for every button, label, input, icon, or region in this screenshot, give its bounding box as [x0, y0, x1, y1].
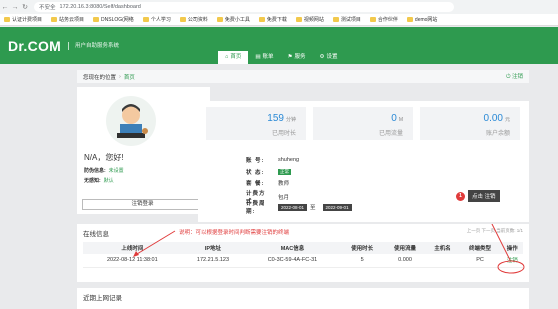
nav-service[interactable]: ⚑ 服务	[281, 51, 313, 64]
nav-settings[interactable]: ⚙ 设置	[313, 51, 345, 64]
sense-row: 无感知: 默认	[84, 178, 114, 184]
reload-icon[interactable]: ↻	[20, 3, 30, 11]
stat-used-traffic: 0M 已用流量	[313, 107, 413, 140]
logout-button[interactable]: 注销登录	[82, 199, 203, 210]
folder-icon	[258, 17, 265, 22]
profile-panel: N/A，您好! 防伪信息: 未设置 无感知: 默认 注销登录	[77, 87, 210, 214]
folder-icon	[369, 17, 376, 22]
bookmarks-bar: 认证计费项目 站务云项目 DNSLOG(网络 个人学习 公司资料 免费小工具 免…	[0, 14, 558, 26]
security-warning: 不安全	[39, 5, 56, 11]
account-row: 账 号: shuheng	[246, 157, 300, 164]
bookmark[interactable]: 免费小工具	[216, 16, 250, 23]
bookmark[interactable]: 认证计费项目	[4, 16, 42, 23]
status-badge: 正常	[278, 169, 291, 175]
bill-icon: ▤	[255, 54, 261, 60]
plan-row: 套 餐: 教师	[246, 181, 290, 187]
recent-panel: 近期上网记录	[77, 288, 529, 309]
online-panel: 在线信息 说明：可以根据登录时间判断需要注销的终端 上一页 下一页 当前页数: …	[77, 224, 529, 282]
home-icon: ⌂	[225, 54, 229, 60]
stat-used-time: 159 分钟 已用时长	[206, 107, 306, 140]
browser-address-bar: ← → ↻ 不安全 172.20.16.3:8080/Self/dashboar…	[0, 0, 558, 14]
top-logout-link[interactable]: ⏻ 注销	[506, 72, 523, 81]
folder-icon	[51, 17, 58, 22]
bookmark[interactable]: 公司资料	[179, 16, 208, 23]
bookmark[interactable]: 个人学习	[142, 16, 171, 23]
click-tip: 点击 注销	[468, 190, 500, 202]
url-field[interactable]: 不安全 172.20.16.3:8080/Self/dashboard	[34, 2, 454, 12]
bookmark[interactable]: demo网站	[406, 16, 437, 23]
gear-icon: ⚙	[319, 54, 325, 60]
logout-highlight	[497, 260, 525, 274]
logo: Dr.COM	[8, 38, 62, 54]
bookmark[interactable]: 测试项目	[332, 16, 361, 23]
breadcrumb-prefix: 您现在的位置	[83, 74, 117, 81]
folder-icon	[332, 17, 339, 22]
arrow-to-logout	[491, 224, 511, 261]
avatar	[106, 96, 156, 146]
arrow-head-time	[133, 251, 139, 257]
period-row: 计费周期: 2022-08-01 至 2022-09-01	[246, 199, 352, 215]
breadcrumb: 您现在的位置 › 首页 ⏻ 注销	[77, 70, 529, 83]
folder-icon	[142, 17, 149, 22]
security-value[interactable]: 未设置	[109, 168, 124, 174]
folder-icon	[295, 17, 302, 22]
url-text: 172.20.16.3:8080/Self/dashboard	[59, 4, 141, 10]
account-panel: 159 分钟 已用时长 0M 已用流量 0.00 元 账户余额 账 号: shuhen…	[198, 101, 529, 222]
click-annotation: 1 点击 注销	[456, 190, 500, 202]
folder-icon	[406, 17, 413, 22]
bookmark[interactable]: 站务云项目	[51, 16, 84, 23]
nav-bill[interactable]: ▤ 账单	[248, 51, 280, 64]
folder-icon	[179, 17, 186, 22]
period-start: 2022-08-01	[278, 203, 308, 211]
bookmark[interactable]: 合作伙伴	[369, 16, 398, 23]
step-badge: 1	[456, 191, 465, 201]
nav-home[interactable]: ⌂ 首页	[218, 51, 249, 64]
period-end: 2022-09-01	[322, 203, 352, 211]
back-icon[interactable]: ←	[0, 4, 10, 11]
folder-icon	[216, 17, 223, 22]
sense-value[interactable]: 默认	[104, 178, 114, 184]
main-nav: ⌂ 首页 ▤ 账单 ⚑ 服务 ⚙ 设置	[218, 51, 344, 64]
recent-title: 近期上网记录	[83, 295, 122, 302]
stat-balance: 0.00 元 账户余额	[420, 107, 520, 140]
app-header: Dr.COM 用户自助服务系统 ⌂ 首页 ▤ 账单 ⚑ 服务 ⚙ 设置	[0, 27, 558, 64]
bookmark[interactable]: 视频网站	[295, 16, 324, 23]
service-icon: ⚑	[287, 54, 293, 60]
arrow-to-time	[136, 230, 176, 255]
greeting: N/A，您好!	[84, 153, 124, 162]
breadcrumb-current[interactable]: 首页	[124, 73, 135, 81]
folder-icon	[93, 17, 100, 22]
bookmark[interactable]: 免费下载	[258, 16, 287, 23]
breadcrumb-separator: ›	[119, 73, 121, 80]
annotation-arrows	[133, 224, 525, 274]
forward-icon[interactable]: →	[10, 4, 20, 11]
status-row: 状 态: 正常	[246, 169, 291, 176]
security-row: 防伪信息: 未设置	[84, 168, 124, 174]
bookmark[interactable]: DNSLOG(网络	[93, 16, 134, 23]
folder-icon	[4, 17, 10, 22]
system-subtitle: 用户自助服务系统	[68, 42, 119, 50]
